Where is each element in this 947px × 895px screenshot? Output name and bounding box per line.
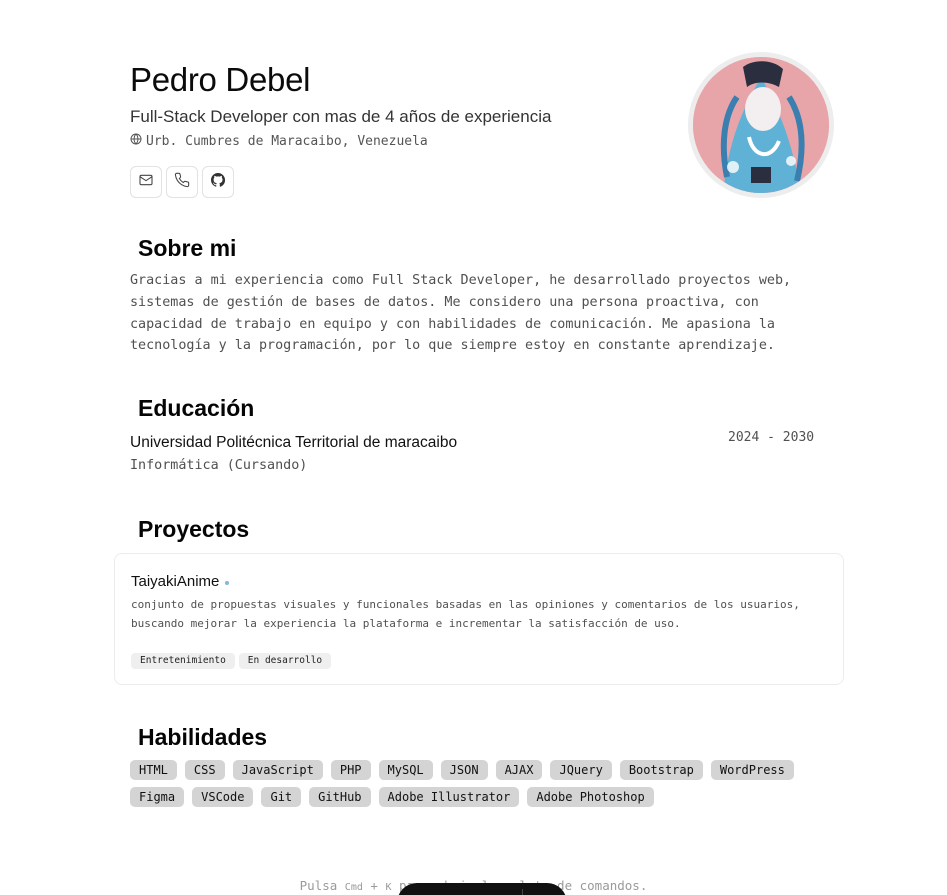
skill-tag: Adobe Photoshop xyxy=(527,787,654,807)
project-tag: En desarrollo xyxy=(238,653,332,669)
dock-divider xyxy=(522,889,523,895)
phone-icon xyxy=(174,172,190,193)
github-icon xyxy=(210,172,226,193)
education-degree: Informática (Cursando) xyxy=(130,458,308,473)
skill-tag: GitHub xyxy=(309,787,371,807)
skill-tag: Bootstrap xyxy=(619,760,703,780)
project-description: conjunto de propuestas visuales y funcio… xyxy=(131,598,800,630)
email-button[interactable] xyxy=(130,166,162,198)
skills-title: Habilidades xyxy=(138,724,268,750)
skill-tag: JavaScript xyxy=(232,760,323,780)
location-text: Urb. Cumbres de Maracaibo, Venezuela xyxy=(146,134,428,149)
globe-icon xyxy=(130,133,142,151)
project-tags: Entretenimiento En desarrollo xyxy=(131,653,332,669)
education-title: Educación xyxy=(138,395,255,421)
education-school: Universidad Politécnica Territorial de m… xyxy=(130,434,458,451)
skill-tag: PHP xyxy=(330,760,371,780)
education-dates: 2024 - 2030 xyxy=(728,430,815,445)
resume-page: Pedro Debel Full-Stack Developer con mas… xyxy=(0,0,947,895)
profile-name: Pedro Debel xyxy=(130,61,311,98)
skill-tag: JSON xyxy=(440,760,488,780)
hint-prefix: Pulsa xyxy=(299,878,338,893)
hint-key-cmd: Cmd xyxy=(344,882,363,893)
project-name: TaiyakiAnime xyxy=(131,573,220,590)
avatar-image xyxy=(693,57,829,193)
contact-buttons xyxy=(130,166,234,198)
phone-button[interactable] xyxy=(166,166,198,198)
profile-location[interactable]: Urb. Cumbres de Maracaibo, Venezuela xyxy=(130,133,428,151)
skill-tag: JQuery xyxy=(550,760,612,780)
skill-tag: Adobe Illustrator xyxy=(378,787,520,807)
projects-title: Proyectos xyxy=(138,516,250,542)
about-text: Gracias a mi experiencia como Full Stack… xyxy=(130,273,792,354)
hint-plus: + xyxy=(370,878,378,893)
skill-tag: Figma xyxy=(130,787,185,807)
floating-dock[interactable] xyxy=(397,883,567,895)
project-title[interactable]: TaiyakiAnime xyxy=(131,572,230,592)
skill-tag: AJAX xyxy=(495,760,543,780)
skill-tag: Git xyxy=(261,787,302,807)
project-tag: Entretenimiento xyxy=(131,653,235,669)
profile-headline: Full-Stack Developer con mas de 4 años d… xyxy=(130,107,552,126)
hint-key-k: K xyxy=(385,882,392,893)
status-dot-icon xyxy=(225,581,230,585)
github-button[interactable] xyxy=(202,166,234,198)
project-card[interactable]: TaiyakiAnime conjunto de propuestas visu… xyxy=(114,553,844,685)
skill-tag: MySQL xyxy=(378,760,433,780)
avatar xyxy=(688,52,834,198)
skill-tag: CSS xyxy=(184,760,225,780)
skill-tag: WordPress xyxy=(710,760,794,780)
skill-tag: VSCode xyxy=(192,787,254,807)
mail-icon xyxy=(138,172,154,193)
skills-list: HTML CSS JavaScript PHP MySQL JSON AJAX … xyxy=(130,760,830,807)
about-title: Sobre mi xyxy=(138,235,237,261)
skill-tag: HTML xyxy=(130,760,177,780)
